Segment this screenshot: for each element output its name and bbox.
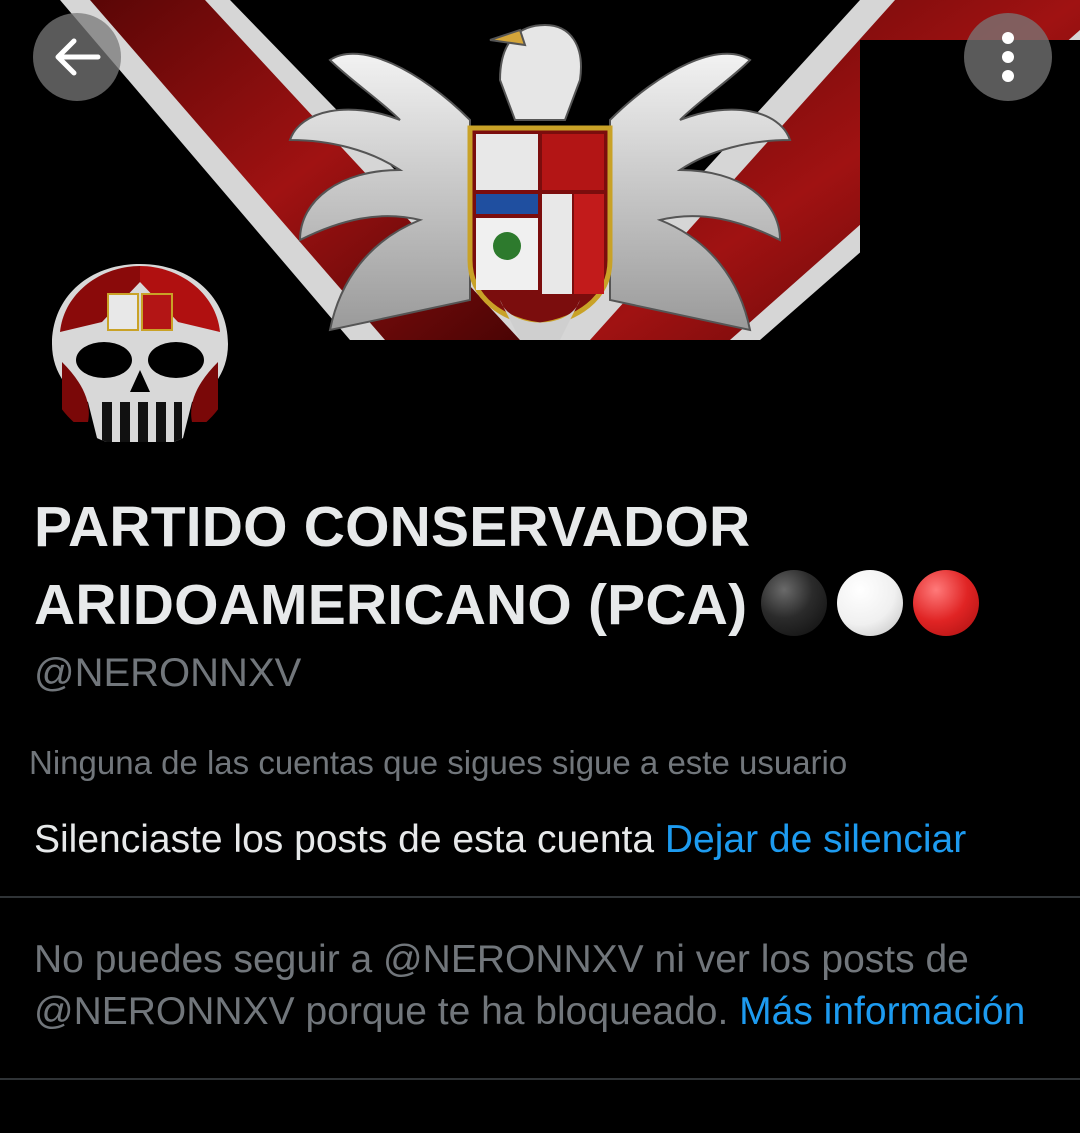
unmute-link[interactable]: Dejar de silenciar	[665, 818, 966, 861]
display-name-line-2-container: ARIDOAMERICANO (PCA)	[34, 566, 1054, 644]
display-name-line-2: ARIDOAMERICANO (PCA)	[34, 573, 748, 637]
divider	[0, 1078, 1080, 1080]
black-circle-emoji	[761, 569, 828, 636]
muted-account-text: Silenciaste los posts de esta cuenta	[34, 818, 655, 861]
followers-you-know-note: Ninguna de las cuentas que sigues sigue …	[29, 744, 848, 781]
back-button[interactable]	[33, 13, 121, 101]
white-circle-emoji	[837, 569, 904, 636]
more-options-button[interactable]	[964, 13, 1052, 101]
avatar[interactable]	[42, 252, 238, 448]
profile-display-name: PARTIDO CONSERVADOR ARIDOAMERICANO (PCA)	[34, 488, 1054, 644]
divider	[0, 896, 1080, 898]
more-info-link[interactable]: Más información	[739, 990, 1025, 1033]
name-emoji-row	[761, 569, 980, 636]
muted-account-notice: Silenciaste los posts de esta cuenta Dej…	[34, 814, 966, 866]
skull-emblem-avatar-image	[42, 252, 238, 448]
blocked-text-line-1: No puedes seguir a @NERONNXV ni ver los …	[34, 938, 969, 981]
blocked-text-line-2: @NERONNXV porque te ha bloqueado.	[34, 990, 729, 1033]
vertical-ellipsis-icon	[1002, 32, 1014, 82]
profile-handle: @NERONNXV	[34, 651, 302, 695]
display-name-line-1: PARTIDO CONSERVADOR	[34, 495, 751, 559]
red-circle-emoji	[913, 569, 980, 636]
blocked-notice: No puedes seguir a @NERONNXV ni ver los …	[34, 934, 1064, 1038]
arrow-left-icon	[55, 38, 101, 76]
